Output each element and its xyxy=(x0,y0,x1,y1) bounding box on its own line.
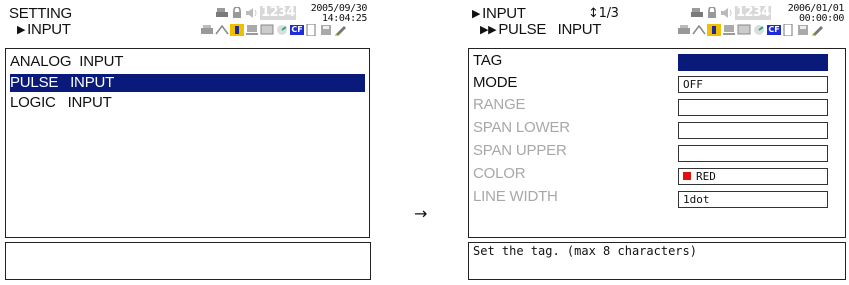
field-label-color: COLOR xyxy=(473,165,526,182)
status-icons-bottom: CF xyxy=(677,24,826,36)
printer-icon xyxy=(690,7,704,19)
field-label-span-upper: SPAN UPPER xyxy=(473,142,567,159)
time-text: 00:00:00 xyxy=(799,13,844,24)
breadcrumb-line-2: ▶▶ PULSE INPUT xyxy=(480,22,601,38)
computer-icon xyxy=(722,24,736,36)
span-lower-field[interactable] xyxy=(678,122,828,139)
triangle-icon: ▶ xyxy=(472,8,481,20)
field-label-span-lower: SPAN LOWER xyxy=(473,119,570,136)
computer-icon xyxy=(245,24,259,36)
tag-input[interactable] xyxy=(678,54,828,71)
speaker-icon xyxy=(720,7,734,19)
left-screen: SETTING ▶ INPUT 1234 2005/09/30 14:04:25 … xyxy=(5,2,371,283)
cf-card-icon: CF xyxy=(290,25,304,35)
date-time: 2005/09/30 14:04:25 xyxy=(305,4,368,24)
pen-icon xyxy=(334,24,348,36)
breadcrumb-current: INPUT xyxy=(27,21,71,38)
menu-item-analog-input[interactable]: ANALOG INPUT xyxy=(10,53,123,71)
breadcrumb-parent: INPUT xyxy=(482,5,526,22)
speaker-icon xyxy=(245,7,259,19)
breadcrumb-line-2: ▶ INPUT xyxy=(17,22,71,38)
user-icon xyxy=(230,24,244,36)
monitor-icon xyxy=(737,24,751,36)
field-label-line-width: LINE WIDTH xyxy=(473,188,558,205)
status-bar xyxy=(5,242,371,280)
status-bar: Set the tag. (max 8 characters) xyxy=(468,242,846,280)
printer-alt-icon xyxy=(200,24,214,36)
date-time: 2006/01/01 00:00:00 xyxy=(780,4,845,24)
lock-icon xyxy=(705,7,719,19)
lock-icon xyxy=(230,7,244,19)
dial-icon xyxy=(752,24,766,36)
range-field[interactable] xyxy=(678,99,828,116)
document-icon xyxy=(304,24,318,36)
printer-alt-icon xyxy=(677,24,691,36)
user-icon xyxy=(707,24,721,36)
transition-arrow: → xyxy=(414,204,428,223)
mode-select[interactable]: OFF xyxy=(678,76,828,93)
status-icons-bottom: CF xyxy=(200,24,349,36)
network-icon xyxy=(692,24,706,36)
floppy-icon xyxy=(319,24,333,36)
right-screen: ▶ INPUT ▶▶ PULSE INPUT ↕1/3 1234 2006/01/0… xyxy=(468,2,846,283)
breadcrumb-current: PULSE INPUT xyxy=(498,21,602,38)
document-icon xyxy=(781,24,795,36)
double-triangle-icon: ▶▶ xyxy=(480,24,497,36)
status-icons-top: 1234 xyxy=(215,6,296,20)
span-upper-field[interactable] xyxy=(678,145,828,162)
field-label-tag: TAG xyxy=(473,52,503,69)
network-icon xyxy=(215,24,229,36)
settings-panel: TAG MODE OFF RANGE SPAN LOWER SPAN UPPER… xyxy=(468,48,846,238)
color-swatch xyxy=(683,172,691,180)
menu-panel: ANALOG INPUT PULSE INPUT LOGIC INPUT xyxy=(5,48,370,238)
dial-icon xyxy=(275,24,289,36)
time-text: 14:04:25 xyxy=(322,13,367,24)
line-width-select[interactable]: 1dot xyxy=(678,191,828,208)
color-select[interactable]: RED xyxy=(678,168,828,185)
page-indicator: ↕1/3 xyxy=(588,6,619,21)
menu-item-logic-input[interactable]: LOGIC INPUT xyxy=(10,94,112,112)
monitor-icon xyxy=(260,24,274,36)
cf-card-icon: CF xyxy=(767,25,781,35)
printer-icon xyxy=(215,7,229,19)
status-icons-top: 1234 xyxy=(690,6,771,20)
breadcrumb-line-1: ▶ INPUT xyxy=(472,6,526,22)
color-value: RED xyxy=(696,170,716,183)
field-label-mode: MODE xyxy=(473,74,518,91)
menu-item-pulse-input[interactable]: PULSE INPUT xyxy=(10,74,365,92)
pen-icon xyxy=(811,24,825,36)
field-label-range: RANGE xyxy=(473,96,526,113)
triangle-icon: ▶ xyxy=(17,24,26,36)
floppy-icon xyxy=(796,24,810,36)
breadcrumb-line-1: SETTING xyxy=(9,5,72,22)
counter-display: 1234 xyxy=(735,5,771,20)
counter-display: 1234 xyxy=(260,5,296,20)
